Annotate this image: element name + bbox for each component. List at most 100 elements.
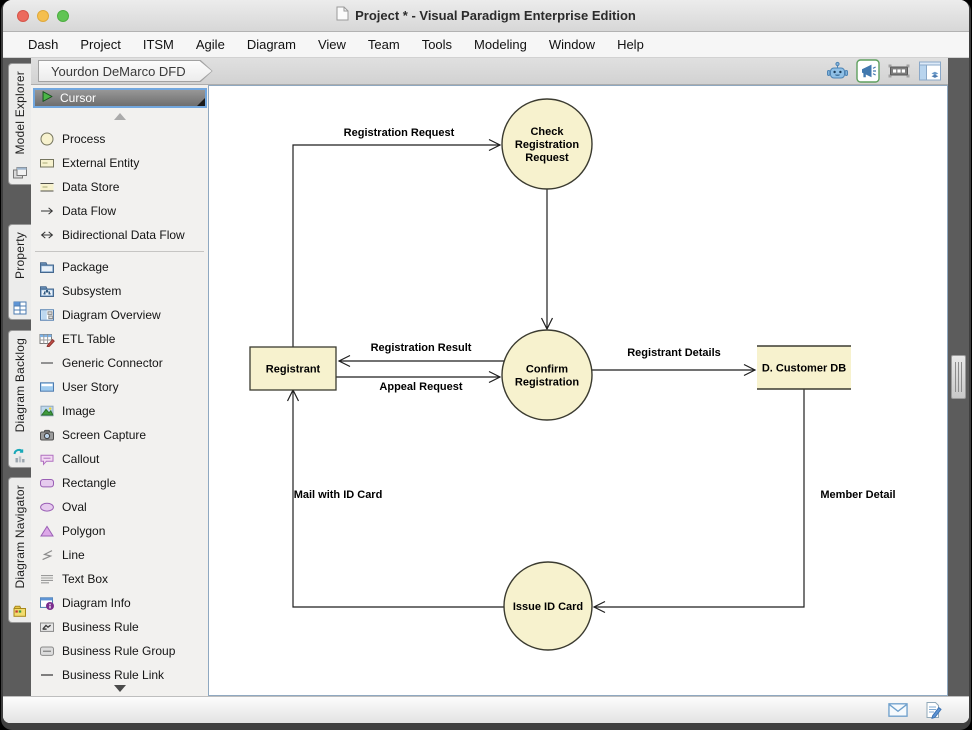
menu-modeling[interactable]: Modeling: [463, 37, 538, 52]
text-box-icon: [39, 571, 55, 587]
palette-item-diagram-info[interactable]: Diagram Info: [31, 591, 208, 615]
palette-item-data-store[interactable]: Data Store: [31, 175, 208, 199]
palette-item-process[interactable]: Process: [31, 127, 208, 151]
app-window: Project * - Visual Paradigm Enterprise E…: [1, 0, 971, 730]
flow-check-to-confirm[interactable]: [542, 189, 553, 329]
cursor-icon: [41, 90, 54, 106]
bidirectional-data-flow-icon: [39, 227, 55, 243]
palette-item-label: Diagram Info: [62, 596, 131, 610]
palette-item-label: Business Rule Link: [62, 668, 164, 682]
flow-appeal-request[interactable]: Appeal Request: [336, 372, 500, 394]
toolbar-announcement-button[interactable]: [856, 59, 880, 83]
sidebar-tab-diagram-backlog[interactable]: Diagram Backlog: [8, 330, 31, 468]
menu-bar: DashProjectITSMAgileDiagramViewTeamTools…: [3, 32, 969, 58]
zoom-window-button[interactable]: [57, 10, 69, 22]
palette-item-diagram-overview[interactable]: Diagram Overview: [31, 303, 208, 327]
palette-item-image[interactable]: Image: [31, 399, 208, 423]
palette-item-oval[interactable]: Oval: [31, 495, 208, 519]
user-story-icon: [39, 379, 55, 395]
palette-item-label: Callout: [62, 452, 99, 466]
toolbar-panel-layout-button[interactable]: [918, 59, 942, 83]
etl-table-icon: [39, 331, 55, 347]
diagram-navigator-icon: [12, 603, 28, 619]
palette-item-external-entity[interactable]: External Entity: [31, 151, 208, 175]
palette-item-business-rule-group[interactable]: Business Rule Group: [31, 639, 208, 663]
node-d-customer-db[interactable]: D. Customer DB: [757, 346, 851, 389]
flow-label-registrant-details: Registrant Details: [627, 347, 721, 359]
menu-agile[interactable]: Agile: [185, 37, 236, 52]
node-registrant[interactable]: Registrant: [250, 347, 336, 390]
tool-cursor[interactable]: Cursor: [33, 88, 207, 108]
splitter-grip[interactable]: [951, 355, 966, 399]
flow-registration-result[interactable]: Registration Result: [339, 342, 504, 367]
business-rule-icon: [39, 619, 55, 635]
toolbar-ai-assistant-button[interactable]: [825, 59, 849, 83]
menu-tools[interactable]: Tools: [411, 37, 463, 52]
palette-item-label: External Entity: [62, 156, 139, 170]
palette-item-label: User Story: [62, 380, 119, 394]
breadcrumb-bar: Yourdon DeMarco DFD: [31, 58, 948, 85]
palette-item-polygon[interactable]: Polygon: [31, 519, 208, 543]
palette-scroll-up[interactable]: [31, 108, 208, 125]
statusbar-mail-icon[interactable]: [888, 702, 908, 719]
palette-item-label: Diagram Overview: [62, 308, 161, 322]
palette-item-label: Polygon: [62, 524, 105, 538]
diagram-canvas[interactable]: Registration RequestRegistration Result A…: [208, 85, 948, 696]
generic-connector-icon: [39, 355, 55, 371]
node-label-issue-id-card: Issue ID Card: [513, 601, 583, 613]
callout-icon: [39, 451, 55, 467]
statusbar-edit-document-icon[interactable]: [923, 702, 943, 719]
breadcrumb-label: Yourdon DeMarco DFD: [51, 64, 186, 79]
rectangle-icon: [39, 475, 55, 491]
palette-item-package[interactable]: Package: [31, 255, 208, 279]
toolbar-filmstrip-capture-button[interactable]: [887, 59, 911, 83]
palette-item-line[interactable]: Line: [31, 543, 208, 567]
window-controls: [17, 10, 69, 22]
flow-registrant-details[interactable]: Registrant Details: [592, 347, 755, 376]
palette-item-label: Oval: [62, 500, 87, 514]
node-check-registration-request[interactable]: CheckRegistrationRequest: [502, 99, 592, 189]
palette-item-rectangle[interactable]: Rectangle: [31, 471, 208, 495]
menu-view[interactable]: View: [307, 37, 357, 52]
palette-item-generic-connector[interactable]: Generic Connector: [31, 351, 208, 375]
node-issue-id-card[interactable]: Issue ID Card: [504, 562, 592, 650]
business-rule-link-icon: [39, 667, 55, 682]
diagram-info-icon: [39, 595, 55, 611]
sidebar-tab-diagram-navigator[interactable]: Diagram Navigator: [8, 477, 31, 623]
line-icon: [39, 547, 55, 563]
palette-item-etl-table[interactable]: ETL Table: [31, 327, 208, 351]
sidebar-tab-property[interactable]: Property: [8, 224, 31, 320]
palette-item-callout[interactable]: Callout: [31, 447, 208, 471]
palette-item-business-rule[interactable]: Business Rule: [31, 615, 208, 639]
palette-item-user-story[interactable]: User Story: [31, 375, 208, 399]
palette-item-text-box[interactable]: Text Box: [31, 567, 208, 591]
minimize-window-button[interactable]: [37, 10, 49, 22]
close-window-button[interactable]: [17, 10, 29, 22]
document-icon: [336, 6, 349, 26]
palette-item-bidirectional-data-flow[interactable]: Bidirectional Data Flow: [31, 223, 208, 247]
menu-dash[interactable]: Dash: [17, 37, 69, 52]
flow-label-registration-result: Registration Result: [371, 342, 472, 354]
node-confirm-registration[interactable]: ConfirmRegistration: [502, 330, 592, 420]
menu-project[interactable]: Project: [69, 37, 131, 52]
palette-item-label: Rectangle: [62, 476, 116, 490]
menu-team[interactable]: Team: [357, 37, 411, 52]
palette-scroll-down[interactable]: [31, 682, 208, 694]
palette-item-business-rule-link[interactable]: Business Rule Link: [31, 663, 208, 682]
palette-separator: [31, 247, 208, 255]
menu-itsm[interactable]: ITSM: [132, 37, 185, 52]
flow-label-appeal-request: Appeal Request: [379, 381, 462, 393]
breadcrumb-diagram-tab[interactable]: Yourdon DeMarco DFD: [38, 60, 213, 82]
palette-item-subsystem[interactable]: Subsystem: [31, 279, 208, 303]
menu-diagram[interactable]: Diagram: [236, 37, 307, 52]
menu-help[interactable]: Help: [606, 37, 655, 52]
sidebar-tab-label: Model Explorer: [13, 71, 27, 155]
flow-registration-request[interactable]: Registration Request: [293, 127, 500, 347]
palette-item-screen-capture[interactable]: Screen Capture: [31, 423, 208, 447]
palette-item-data-flow[interactable]: Data Flow: [31, 199, 208, 223]
sidebar-tab-model-explorer[interactable]: Model Explorer: [8, 63, 31, 185]
property-icon: [12, 300, 28, 316]
flow-member-detail[interactable]: Member Detail: [594, 389, 896, 613]
flow-mail-with-id-card[interactable]: Mail with ID Card: [288, 390, 505, 607]
menu-window[interactable]: Window: [538, 37, 606, 52]
